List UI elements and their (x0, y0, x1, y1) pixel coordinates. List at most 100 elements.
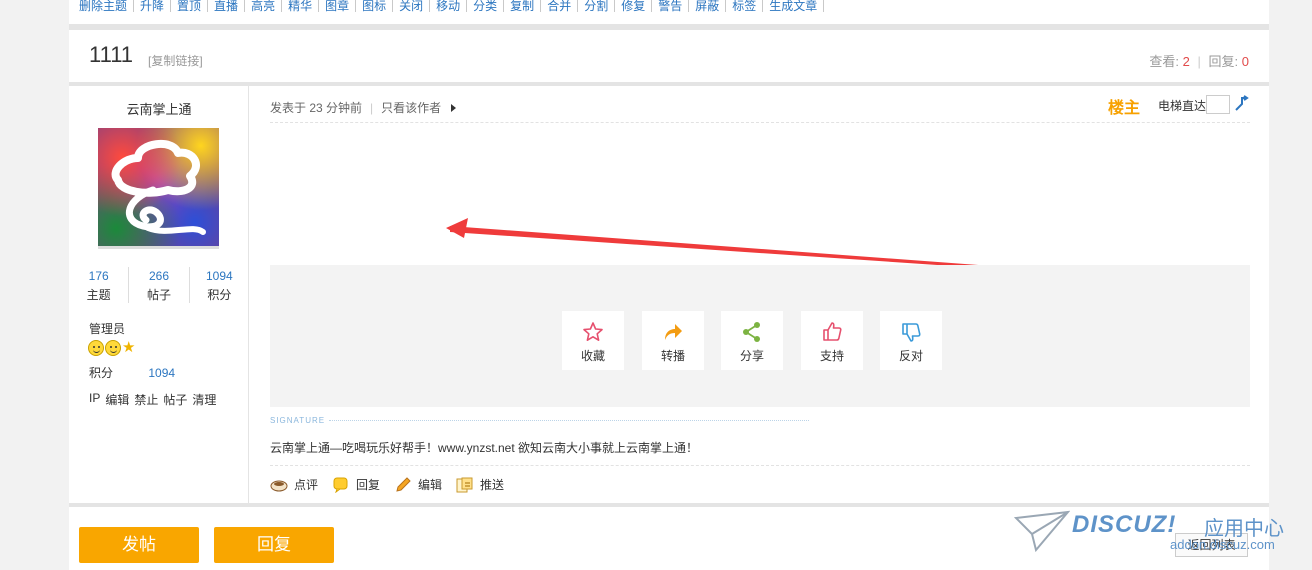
page: 删除主题 升降 置顶 直播 高亮 精华 图章 图标 关闭 移动 分类 复制 合并… (69, 0, 1269, 570)
tool-label: 编辑 (418, 478, 443, 492)
views-count: 2 (1182, 54, 1190, 69)
thread-stats: 查看: 2 | 回复: 0 (1149, 51, 1249, 70)
thumbs-down-icon (902, 323, 921, 342)
stat-label: 帖子 (146, 288, 171, 302)
medals: ★ (88, 340, 135, 356)
push-button[interactable]: 推送 (456, 476, 504, 493)
views-label: 查看: (1149, 54, 1180, 69)
signature-header: SIGNATURE (270, 416, 810, 425)
author-name[interactable]: 云南掌上通 (69, 99, 249, 118)
star-outline-icon (583, 322, 603, 341)
replies-count: 0 (1241, 54, 1249, 69)
elevator-label: 电梯直达 (1157, 99, 1206, 113)
author-score: 积分 1094 (89, 364, 175, 381)
watermark-brand: DISCUZ! (1072, 511, 1177, 538)
tool-label: 推送 (480, 478, 505, 492)
divider (270, 465, 1250, 466)
admin-item-merge[interactable]: 合并 (541, 0, 579, 12)
admin-item-block[interactable]: 屏蔽 (689, 0, 727, 12)
posts-link[interactable]: 帖子 (163, 391, 187, 408)
star-medal-icon: ★ (122, 339, 136, 356)
replies-label: 回复: (1208, 54, 1239, 69)
smiley-medal-icon (105, 340, 121, 356)
tool-label: 点评 (294, 478, 319, 492)
avatar[interactable] (98, 128, 219, 249)
author-admin-links: IP 编辑 禁止 帖子 清理 (89, 391, 216, 408)
clean-link[interactable]: 清理 (192, 391, 216, 408)
share-button[interactable]: 分享 (721, 311, 783, 370)
edit-user-link[interactable]: 编辑 (105, 391, 129, 408)
post-time: 发表于 23 分钟前 (270, 101, 363, 115)
reply-button[interactable]: 回复 (332, 476, 380, 493)
elevator-go-icon[interactable] (1234, 94, 1250, 112)
signature-label: SIGNATURE (270, 416, 326, 425)
divider (270, 122, 1250, 123)
ban-link[interactable]: 禁止 (134, 391, 158, 408)
admin-item-stick[interactable]: 置顶 (171, 0, 209, 12)
copy-link[interactable]: [复制链接] (148, 52, 203, 69)
tool-label: 回复 (356, 478, 381, 492)
play-triangle-icon[interactable] (451, 103, 457, 112)
stat-value: 1094 (205, 269, 233, 283)
author-stat-posts[interactable]: 266 帖子 (129, 267, 190, 303)
stats-separator: | (1197, 54, 1201, 69)
admin-item-tag[interactable]: 标签 (726, 0, 764, 12)
signature-dotted-line (329, 420, 810, 421)
new-post-button[interactable]: 发帖 (79, 527, 199, 563)
signature-text: 云南掌上通—吃喝玩乐好帮手！www.ynzst.net 欲知云南大小事就上云南掌… (270, 441, 699, 455)
comment-button[interactable]: 点评 (270, 476, 318, 493)
admin-item-stamp[interactable]: 图章 (319, 0, 357, 12)
admin-item-copy[interactable]: 复制 (504, 0, 542, 12)
action-label: 分享 (739, 349, 764, 363)
forward-button[interactable]: 转播 (642, 311, 704, 370)
watermark: DISCUZ! 应用中心 addon.discuz.com (1014, 508, 1304, 558)
post-tools: 点评 回复 编辑 推送 (270, 476, 518, 493)
elevator-input[interactable] (1206, 95, 1230, 114)
action-label: 收藏 (580, 349, 605, 363)
admin-item-live[interactable]: 直播 (208, 0, 246, 12)
ip-link[interactable]: IP (89, 391, 100, 408)
support-button[interactable]: 支持 (801, 311, 863, 370)
avatar-logo-icon (111, 139, 206, 235)
stat-label: 积分 (207, 288, 232, 302)
oppose-button[interactable]: 反对 (880, 311, 942, 370)
thread-header: 1111 [复制链接] 查看: 2 | 回复: 0 (69, 30, 1269, 82)
thread-title: 1111 (89, 42, 134, 67)
push-icon (456, 477, 474, 493)
author-stats: 176 主题 266 帖子 1094 积分 (69, 267, 249, 303)
forward-arrow-icon (665, 324, 682, 340)
speech-bubble-icon (332, 477, 350, 493)
admin-item-generate-article[interactable]: 生成文章 (763, 0, 825, 12)
admin-item-split[interactable]: 分割 (578, 0, 616, 12)
action-label: 反对 (898, 349, 923, 363)
action-label: 转播 (660, 349, 685, 363)
admin-item-warn[interactable]: 警告 (652, 0, 690, 12)
score-label: 积分 (89, 366, 114, 380)
favorite-button[interactable]: 收藏 (562, 311, 624, 370)
meta-separator: | (370, 100, 374, 115)
admin-item-category[interactable]: 分类 (467, 0, 505, 12)
post-actions: 收藏 转播 分享 支持 反对 (270, 265, 1250, 407)
admin-item-highlight[interactable]: 高亮 (245, 0, 283, 12)
edit-button[interactable]: 编辑 (394, 476, 442, 493)
author-role[interactable]: 管理员 (89, 320, 125, 337)
post: 云南掌上通 176 主题 266 帖子 1094 积分 管理员 ★ 积分 109… (69, 86, 1269, 503)
admin-item-bump[interactable]: 升降 (134, 0, 172, 12)
watermark-url: addon.discuz.com (1170, 537, 1275, 552)
admin-toolbar: 删除主题 升降 置顶 直播 高亮 精华 图章 图标 关闭 移动 分类 复制 合并… (69, 0, 1269, 24)
admin-item-delete[interactable]: 删除主题 (73, 0, 135, 12)
only-author-link[interactable]: 只看该作者 (381, 99, 441, 116)
stat-value: 176 (88, 269, 109, 283)
author-stat-points[interactable]: 1094 积分 (190, 267, 249, 303)
admin-item-repair[interactable]: 修复 (615, 0, 653, 12)
paper-plane-logo-icon (1014, 510, 1070, 553)
coffee-cup-icon (270, 477, 288, 493)
admin-item-close[interactable]: 关闭 (393, 0, 431, 12)
admin-item-move[interactable]: 移动 (430, 0, 468, 12)
admin-toolbar-items: 删除主题 升降 置顶 直播 高亮 精华 图章 图标 关闭 移动 分类 复制 合并… (73, 0, 825, 13)
admin-item-digest[interactable]: 精华 (282, 0, 320, 12)
admin-item-icon[interactable]: 图标 (356, 0, 394, 12)
share-icon (743, 322, 760, 342)
reply-thread-button[interactable]: 回复 (214, 527, 334, 563)
author-stat-threads[interactable]: 176 主题 (69, 267, 130, 303)
